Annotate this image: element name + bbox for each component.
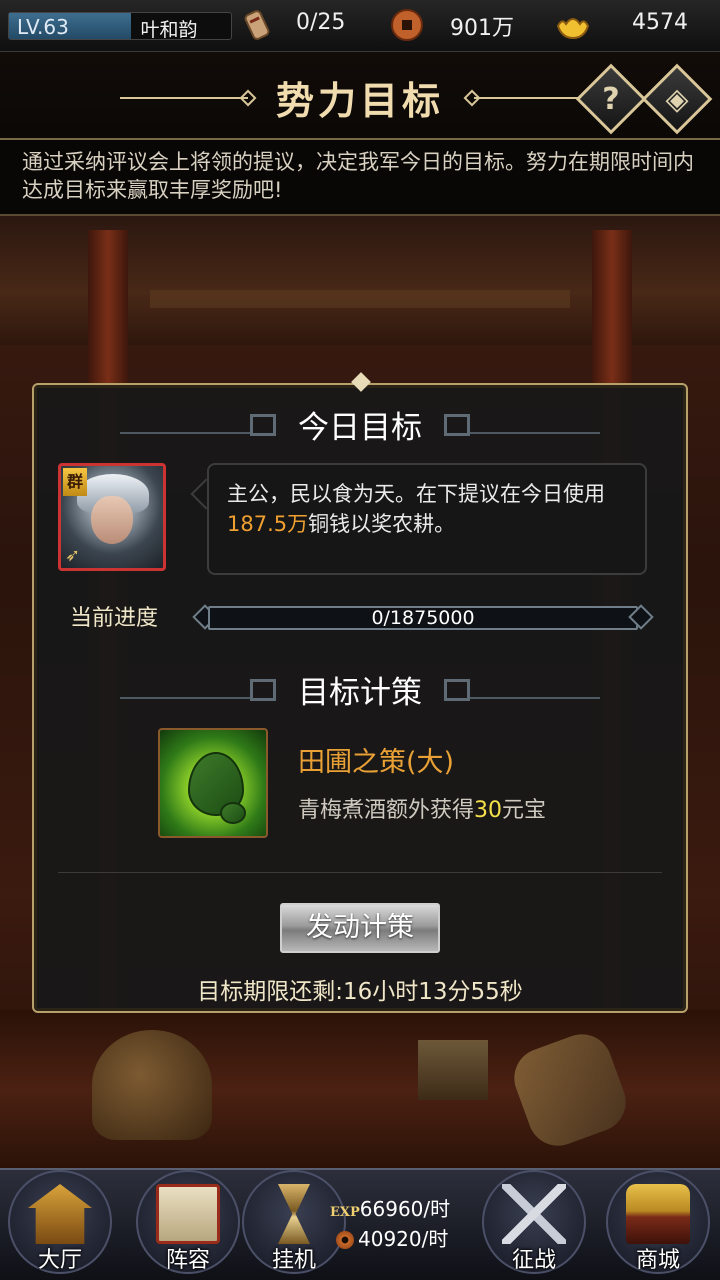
diamond-arrow-icon: ◈: [665, 81, 689, 117]
copper-rate-row: 40920/时: [330, 1224, 480, 1254]
speech-bubble: 主公，民以食为天。在下提议在今日使用 187.5万铜钱以奖农耕。: [207, 463, 647, 575]
nav-team-label: 阵容: [165, 1248, 210, 1273]
strategy-description: 青梅煮酒额外获得30元宝: [298, 792, 546, 824]
message-suffix: 铜钱以奖农耕。: [308, 512, 456, 536]
title-ornament-right: [474, 97, 584, 99]
today-goal-title: 今日目标: [298, 410, 422, 446]
status-bar: LV.63 叶和韵 0/25 901万 4574: [0, 0, 720, 52]
title-diamond-left: [239, 89, 257, 107]
nav-war-label: 征战: [511, 1248, 556, 1273]
nav-team[interactable]: 阵容: [134, 1170, 242, 1278]
gold-ingot-icon: [556, 18, 590, 40]
idle-income: EXP66960/时 40920/时: [330, 1194, 480, 1254]
hero-portrait[interactable]: 群 ➶: [58, 463, 166, 571]
exp-rate-row: EXP66960/时: [330, 1194, 480, 1224]
message-prefix: 主公，民以食为天。在下提议在今日使用: [227, 482, 605, 506]
section-knot-right: [444, 679, 470, 701]
strategy-desc-prefix: 青梅煮酒额外获得: [298, 798, 475, 823]
hero-face: [91, 496, 133, 544]
description-bar: 通过采纳评议会上将领的提议，决定我军今日的目标。努力在期限时间内达成目标来赢取丰…: [0, 140, 720, 216]
copper-rate: 40920/时: [358, 1227, 449, 1251]
strategy-card[interactable]: [158, 728, 268, 838]
section-knot-right: [444, 414, 470, 436]
player-name: 叶和韵: [140, 19, 198, 41]
stamina-value: 0/25: [296, 10, 346, 35]
section-line-right: [470, 432, 600, 434]
nav-shop[interactable]: 商城: [604, 1170, 712, 1278]
small-leaf-icon: [220, 802, 246, 824]
bronze-urn: [92, 1030, 212, 1140]
section-line-right: [470, 697, 600, 699]
formation-scroll-icon: [156, 1184, 220, 1244]
nav-hall-label: 大厅: [37, 1248, 82, 1273]
crossed-swords-icon: [502, 1184, 566, 1244]
copper-coin-icon: [391, 9, 423, 41]
nav-shop-label: 商城: [635, 1248, 680, 1273]
level-bar[interactable]: LV.63 叶和韵: [8, 12, 232, 41]
level-text: LV.63: [17, 15, 69, 39]
launch-strategy-button[interactable]: 发动计策: [280, 903, 440, 953]
scroll-icon: [244, 10, 270, 40]
nav-war[interactable]: 征战: [480, 1170, 588, 1278]
palace-beam: [150, 290, 570, 308]
strategy-title: 目标计策: [298, 675, 422, 711]
panel-divider: [58, 872, 662, 873]
bow-icon: ➶: [65, 545, 81, 566]
page-title: 势力目标: [275, 79, 444, 123]
faction-badge: 群: [63, 468, 87, 496]
treasure-chest-icon: [626, 1184, 690, 1244]
strategy-desc-suffix: 元宝: [502, 798, 547, 823]
title-ornament-left: [120, 97, 248, 99]
nav-hall[interactable]: 大厅: [6, 1170, 114, 1278]
deadline-text: 目标期限还剩:16小时13分55秒: [197, 979, 523, 1005]
close-button[interactable]: ◈: [641, 63, 713, 135]
message-amount: 187.5万: [227, 512, 309, 536]
question-icon: ?: [602, 81, 620, 117]
copper-coin-icon: [336, 1231, 354, 1249]
help-button[interactable]: ?: [575, 63, 647, 135]
progress-text: 0/1875000: [371, 607, 475, 629]
strategy-desc-amount: 30: [474, 798, 503, 823]
progress-bar: 0/1875000: [208, 606, 638, 630]
progress-label: 当前进度: [70, 606, 159, 631]
exp-tag: EXP: [330, 1205, 360, 1220]
advisor-message: 主公，民以食为天。在下提议在今日使用 187.5万铜钱以奖农耕。: [227, 479, 627, 539]
description-text: 通过采纳评议会上将领的提议，决定我军今日的目标。努力在期限时间内达成目标来赢取丰…: [22, 150, 694, 202]
seal-box: [418, 1040, 488, 1100]
title-bar: 势力目标 ? ◈: [0, 52, 720, 140]
gold-value: 4574: [632, 10, 688, 35]
exp-rate: 66960/时: [359, 1197, 451, 1221]
copper-value: 901万: [450, 16, 514, 41]
strategy-name: 田圃之策(大): [298, 747, 455, 778]
